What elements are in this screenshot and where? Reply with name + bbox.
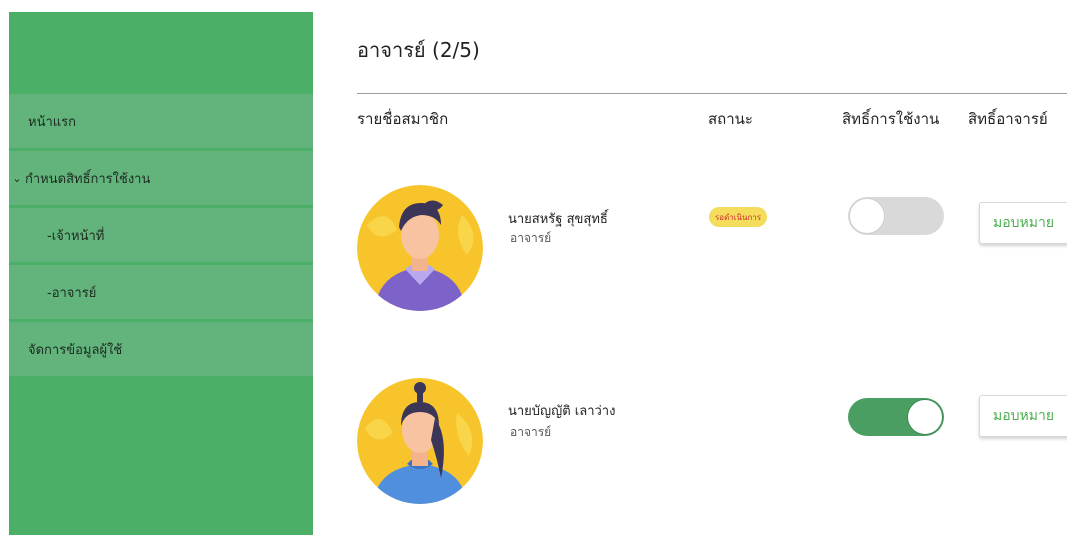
member-name: นายบัญญัติ เลาว่าง bbox=[508, 404, 616, 419]
column-header-status: สถานะ bbox=[708, 110, 753, 128]
sidebar-item-user-management[interactable]: จัดการข้อมูลผู้ใช้ bbox=[9, 322, 313, 376]
access-toggle[interactable] bbox=[848, 398, 944, 436]
member-role: อาจารย์ bbox=[510, 231, 552, 245]
sidebar-item-teachers[interactable]: -อาจารย์ bbox=[9, 265, 313, 319]
assign-button[interactable]: มอบหมาย bbox=[979, 395, 1067, 437]
sidebar: หน้าแรก ⌄ กำหนดสิทธิ์การใช้งาน -เจ้าหน้า… bbox=[9, 12, 313, 535]
column-header-members: รายชื่อสมาชิก bbox=[357, 110, 449, 128]
column-header-teacher-rights: สิทธิ์อาจารย์ bbox=[968, 110, 1048, 128]
member-name: นายสหรัฐ สุขสุทธิ์ bbox=[508, 212, 608, 227]
toggle-knob bbox=[907, 399, 943, 435]
status-badge: รอดำเนินการ bbox=[709, 207, 768, 227]
sidebar-item-label: กำหนดสิทธิ์การใช้งาน bbox=[25, 171, 151, 187]
sidebar-item-label: -เจ้าหน้าที่ bbox=[47, 228, 105, 244]
sidebar-item-permissions[interactable]: ⌄ กำหนดสิทธิ์การใช้งาน bbox=[9, 151, 313, 205]
header-divider bbox=[357, 93, 1067, 94]
sidebar-item-label: -อาจารย์ bbox=[47, 285, 97, 301]
access-toggle[interactable] bbox=[848, 197, 944, 235]
sidebar-item-home[interactable]: หน้าแรก bbox=[9, 94, 313, 148]
column-header-access: สิทธิ์การใช้งาน bbox=[842, 110, 940, 128]
chevron-down-icon: ⌄ bbox=[12, 171, 22, 185]
assign-button[interactable]: มอบหมาย bbox=[979, 202, 1067, 244]
member-role: อาจารย์ bbox=[510, 425, 552, 439]
toggle-knob bbox=[849, 198, 885, 234]
sidebar-item-label: จัดการข้อมูลผู้ใช้ bbox=[28, 342, 123, 358]
avatar bbox=[357, 185, 483, 311]
page-title: อาจารย์ (2/5) bbox=[357, 38, 480, 62]
sidebar-menu: หน้าแรก ⌄ กำหนดสิทธิ์การใช้งาน -เจ้าหน้า… bbox=[9, 94, 313, 379]
sidebar-item-label: หน้าแรก bbox=[28, 114, 76, 130]
sidebar-item-staff[interactable]: -เจ้าหน้าที่ bbox=[9, 208, 313, 262]
avatar bbox=[357, 378, 483, 504]
